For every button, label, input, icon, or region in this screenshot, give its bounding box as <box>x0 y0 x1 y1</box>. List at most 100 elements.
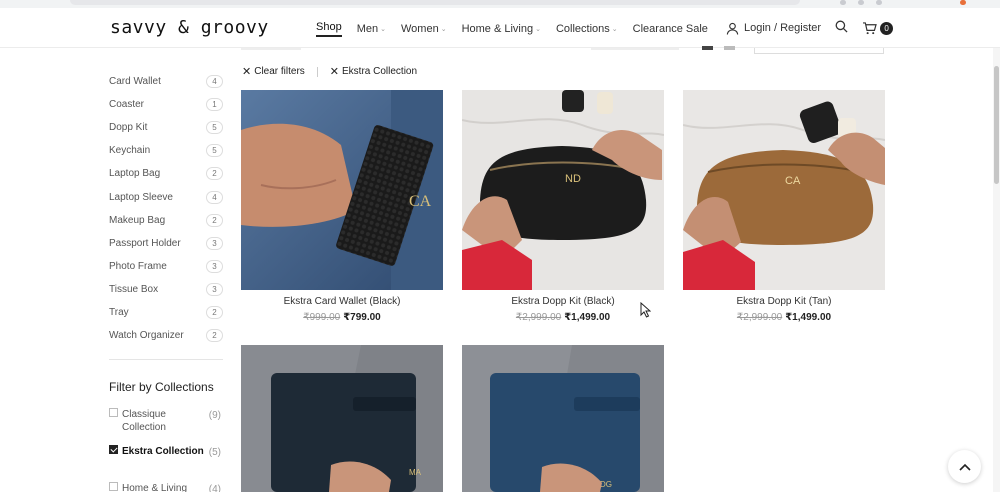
category-count: 3 <box>206 259 223 273</box>
category-count: 3 <box>206 282 223 296</box>
extension-icon[interactable] <box>840 0 846 5</box>
product-name[interactable]: Ekstra Card Wallet (Black) <box>241 296 443 307</box>
product-image[interactable]: CA <box>683 90 885 290</box>
product-name[interactable]: Ekstra Dopp Kit (Black) <box>462 296 664 307</box>
nav-label: Home & Living <box>461 23 534 35</box>
filter-label: Clear filters <box>254 66 305 77</box>
site-header: savvy & groovy Shop Men ⌄ Women ⌄ Home & L… <box>0 8 1000 48</box>
category-item[interactable]: Laptop Sleeve 4 <box>109 185 223 208</box>
category-item[interactable]: Makeup Bag 2 <box>109 209 223 232</box>
per-page-selector[interactable] <box>591 48 679 50</box>
nav-label: Men <box>356 23 379 35</box>
product-image[interactable]: CA <box>241 90 443 290</box>
monogram-text: CA <box>785 175 801 187</box>
login-label: Login / Register <box>744 22 822 34</box>
collection-filter-item[interactable]: Home & Living (4) <box>109 482 223 492</box>
category-count: 2 <box>206 213 223 227</box>
scrollbar-thumb[interactable] <box>994 66 999 184</box>
active-filters: ✕ Clear filters ✕ Ekstra Collection <box>242 65 417 78</box>
category-count: 5 <box>206 121 223 135</box>
collection-label: Ekstra Collection <box>122 446 204 457</box>
nav-item-clearance-sale[interactable]: Clearance Sale <box>633 21 708 37</box>
category-count: 1 <box>206 98 223 112</box>
remove-filter-ekstra[interactable]: ✕ Ekstra Collection <box>330 65 417 78</box>
chevron-down-icon: ⌄ <box>380 26 386 33</box>
product-image[interactable]: ND <box>462 90 664 290</box>
product-card[interactable]: MA <box>241 345 443 492</box>
sale-price: ₹799.00 <box>343 312 381 323</box>
filter-collections-title: Filter by Collections <box>109 380 214 394</box>
cart-icon <box>863 21 877 34</box>
category-item[interactable]: Tissue Box 3 <box>109 278 223 301</box>
collection-count: (9) <box>208 410 221 421</box>
checkbox-checked[interactable] <box>109 445 118 454</box>
product-card[interactable]: DG <box>462 345 664 492</box>
search-icon <box>835 20 848 33</box>
grid-view-icon[interactable] <box>702 46 713 50</box>
category-item[interactable]: Laptop Bag 2 <box>109 162 223 185</box>
category-item[interactable]: Watch Organizer 2 <box>109 324 223 347</box>
product-name[interactable]: Ekstra Dopp Kit (Tan) <box>683 296 885 307</box>
category-item[interactable]: Coaster 1 <box>109 93 223 116</box>
nav-label: Women <box>400 23 439 35</box>
category-label: Tissue Box <box>109 283 159 295</box>
dopp-kit-black-photo: ND <box>462 90 664 290</box>
product-card[interactable]: CA Ekstra Card Wallet (Black) ₹999.00 ₹79… <box>241 90 443 323</box>
nav-item-men[interactable]: Men ⌄ <box>357 21 386 37</box>
sale-price: ₹1,499.00 <box>785 312 832 323</box>
category-count: 5 <box>206 144 223 158</box>
header-actions: Login / Register 0 <box>726 20 894 36</box>
extension-icon[interactable] <box>876 0 882 5</box>
page-scrollbar[interactable] <box>993 48 1000 492</box>
category-item[interactable]: Dopp Kit 5 <box>109 116 223 139</box>
extension-icon[interactable] <box>858 0 864 5</box>
clear-filters-button[interactable]: ✕ Clear filters <box>242 65 305 78</box>
address-bar[interactable] <box>70 0 800 5</box>
nav-item-shop[interactable]: Shop <box>316 21 342 37</box>
category-label: Card Wallet <box>109 76 161 88</box>
login-register-link[interactable]: Login / Register <box>726 22 821 35</box>
category-label: Laptop Sleeve <box>109 191 173 203</box>
category-item[interactable]: Card Wallet 4 <box>109 70 223 93</box>
filter-label: Ekstra Collection <box>342 66 418 77</box>
nav-item-women[interactable]: Women ⌄ <box>401 21 447 37</box>
category-label: Tray <box>109 306 129 318</box>
profile-icon[interactable] <box>960 0 966 5</box>
monogram-text: CA <box>409 193 432 210</box>
checkbox[interactable] <box>109 482 118 491</box>
scroll-to-top-button[interactable] <box>948 450 981 483</box>
search-button[interactable] <box>835 20 848 36</box>
nav-label: Shop <box>316 21 342 33</box>
collection-label: Home & Living <box>122 483 188 492</box>
chevron-up-icon <box>958 463 971 471</box>
category-label: Keychain <box>109 145 151 157</box>
nav-item-home-living[interactable]: Home & Living ⌄ <box>462 21 541 37</box>
old-price: ₹2,999.00 <box>736 312 783 323</box>
collection-filter-item[interactable]: Classique Collection (9) <box>109 408 223 434</box>
category-item[interactable]: Tray 2 <box>109 301 223 324</box>
sale-price: ₹1,499.00 <box>564 312 611 323</box>
product-image[interactable]: DG <box>462 345 664 492</box>
old-price: ₹2,999.00 <box>515 312 562 323</box>
category-label: Laptop Bag <box>109 168 161 180</box>
category-count: 3 <box>206 236 223 250</box>
cart-button[interactable]: 0 <box>862 21 894 35</box>
monogram-text: MA <box>409 468 422 477</box>
product-card[interactable]: ND Ekstra Dopp Kit (Black) ₹2,999.00 ₹1,4… <box>462 90 664 323</box>
sort-dropdown[interactable] <box>754 48 884 54</box>
product-card[interactable]: CA Ekstra Dopp Kit (Tan) ₹2,999.00 ₹1,499… <box>683 90 885 323</box>
nav-item-collections[interactable]: Collections ⌄ <box>556 21 618 37</box>
product-image[interactable]: MA <box>241 345 443 492</box>
chevron-down-icon: ⌄ <box>611 26 618 33</box>
checkbox[interactable] <box>109 408 118 417</box>
laptop-sleeve-black-photo: MA <box>241 345 443 492</box>
category-label: Watch Organizer <box>109 330 184 342</box>
category-count: 2 <box>206 167 223 181</box>
category-item[interactable]: Keychain 5 <box>109 139 223 162</box>
list-view-icon[interactable] <box>724 46 735 50</box>
category-item[interactable]: Passport Holder 3 <box>109 232 223 255</box>
collection-filter-item[interactable]: Ekstra Collection (5) <box>109 445 223 458</box>
category-item[interactable]: Photo Frame 3 <box>109 255 223 278</box>
site-logo[interactable]: savvy & groovy <box>110 17 269 38</box>
category-filter-list: Card Wallet 4 Coaster 1 Dopp Kit 5 Keychain… <box>109 70 223 347</box>
